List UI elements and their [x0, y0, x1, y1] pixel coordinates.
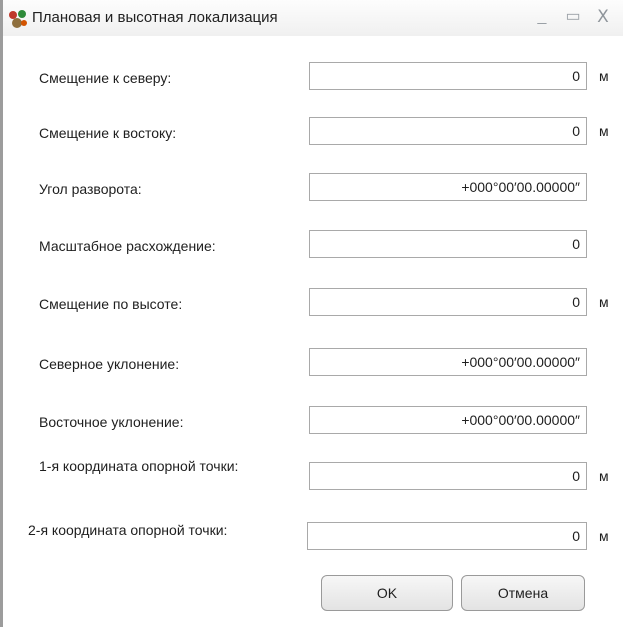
height-offset-unit: м: [599, 294, 609, 310]
east-offset-input[interactable]: [309, 117, 587, 145]
east-slope-input[interactable]: [309, 406, 587, 434]
cancel-button[interactable]: Отмена: [461, 575, 585, 611]
rotation-angle-input[interactable]: [309, 173, 587, 201]
localization-dialog: Плановая и высотная локализация _ ▭ X См…: [0, 0, 623, 627]
scale-factor-input[interactable]: [309, 230, 587, 258]
scale-factor-label: Масштабное расхождение:: [39, 238, 216, 254]
ref-point-coord1-label: 1-я координата опорной точки:: [39, 458, 239, 474]
ref-point-coord2-unit: м: [599, 528, 609, 544]
north-offset-label: Смещение к северу:: [39, 70, 172, 86]
ref-point-coord1-unit: м: [599, 468, 609, 484]
app-icon: [7, 8, 29, 30]
north-offset-unit: м: [599, 68, 609, 84]
north-offset-input[interactable]: [309, 62, 587, 90]
height-offset-input[interactable]: [309, 288, 587, 316]
rotation-angle-label: Угол разворота:: [39, 181, 142, 197]
window-title: Плановая и высотная локализация: [32, 9, 278, 26]
height-offset-label: Смещение по высоте:: [39, 296, 183, 312]
north-slope-input[interactable]: [309, 348, 587, 376]
ref-point-coord1-input[interactable]: [309, 462, 587, 490]
title-bar: Плановая и высотная локализация _ ▭ X: [3, 0, 623, 36]
north-slope-label: Северное уклонение:: [39, 356, 180, 372]
minimize-button[interactable]: _: [531, 6, 553, 28]
east-offset-unit: м: [599, 123, 609, 139]
ref-point-coord2-input[interactable]: [307, 522, 587, 550]
maximize-button[interactable]: ▭: [562, 6, 584, 28]
east-slope-label: Восточное уклонение:: [39, 414, 184, 430]
ok-button[interactable]: OK: [321, 575, 453, 611]
east-offset-label: Смещение к востоку:: [39, 125, 177, 141]
ref-point-coord2-label: 2-я координата опорной точки:: [28, 522, 228, 538]
close-button[interactable]: X: [592, 6, 614, 28]
